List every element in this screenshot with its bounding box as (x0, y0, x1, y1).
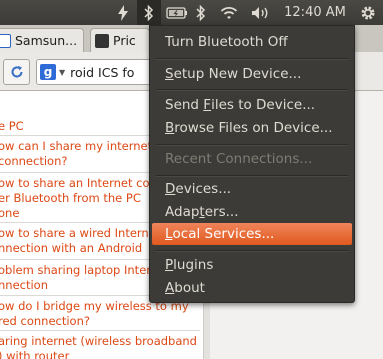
menu-item-label: iles to Device... (211, 97, 316, 113)
wifi-icon[interactable] (215, 0, 243, 25)
menu-item-mnemonic: A (165, 280, 175, 296)
gear-icon[interactable] (356, 0, 380, 25)
menu-separator (156, 58, 348, 60)
menu-item-send-files[interactable]: Send Files to Device... (150, 94, 354, 116)
menu-item-label: Recent Connections... (165, 151, 313, 167)
search-result-link-text: ) with router (0, 349, 70, 359)
menu-item-label: etup New Device... (173, 66, 302, 82)
bluetooth-menu: Turn Bluetooth Off Setup New Device... S… (149, 25, 355, 303)
menu-item-browse-files[interactable]: Browse Files on Device... (150, 117, 354, 139)
menu-item-label: rowse Files on Device... (174, 120, 333, 136)
browser-tab[interactable]: Samsun... (0, 28, 84, 52)
volume-icon[interactable] (247, 0, 275, 25)
menu-item-devices[interactable]: Devices... (150, 178, 354, 200)
divider (0, 330, 200, 331)
page-favicon-icon (95, 33, 109, 48)
menu-item-label: ers... (204, 204, 239, 220)
reload-icon (11, 66, 22, 78)
menu-item-label: evices... (175, 181, 232, 197)
browser-tab[interactable]: Pric (90, 28, 150, 52)
reload-button[interactable] (3, 59, 30, 85)
menu-item-mnemonic: D (165, 181, 176, 197)
menu-separator (156, 89, 348, 91)
menu-separator (156, 175, 348, 177)
menu-item-recent-connections: Recent Connections... (150, 148, 354, 170)
menu-item-label: lugins (173, 257, 214, 273)
menu-item-mnemonic: L (165, 226, 173, 242)
tab-label: Pric (113, 33, 136, 48)
menu-separator (156, 250, 348, 252)
menu-separator (156, 144, 348, 146)
page-favicon-icon (0, 33, 11, 48)
menu-item-local-services[interactable]: Local Services... (152, 223, 352, 245)
menu-item-plugins[interactable]: Plugins (150, 254, 354, 276)
menu-item-label-prefix: Send (165, 97, 204, 113)
search-input-value: roid ICS fo (70, 64, 135, 80)
menu-item-about[interactable]: About (150, 277, 354, 299)
menu-item-setup-new-device[interactable]: Setup New Device... (150, 63, 354, 85)
top-panel: 12:40 AM (0, 0, 383, 25)
search-result-link[interactable]: aring internet (wireless broadband) with… (0, 334, 204, 359)
clock-text: 12:40 AM (284, 5, 346, 20)
bluetooth-icon (144, 4, 154, 21)
menu-item-turn-bluetooth-off[interactable]: Turn Bluetooth Off (150, 31, 354, 53)
search-result-link-text: aring internet (wireless broadband (0, 334, 197, 348)
search-result-link[interactable]: ow do I bridge my wireless to my red conn… (0, 299, 204, 329)
clock[interactable]: 12:40 AM (280, 0, 350, 25)
menu-item-adapters[interactable]: Adap t ers... (150, 201, 354, 223)
chevron-down-icon[interactable]: ▼ (59, 68, 65, 77)
bolt-icon[interactable] (113, 0, 133, 25)
battery-icon[interactable] (165, 0, 189, 25)
bluetooth-indicator[interactable] (137, 0, 161, 25)
menu-item-label-prefix: Adap (165, 204, 200, 220)
menu-item-label: bout (174, 280, 205, 296)
menu-item-mnemonic: S (165, 66, 174, 82)
bluetooth-icon[interactable] (192, 0, 210, 25)
tab-label: Samsun... (15, 33, 78, 48)
menu-item-mnemonic: P (165, 257, 174, 273)
search-result-link-text: red connection? (0, 314, 90, 328)
menu-item-label: ocal Services... (172, 226, 275, 242)
menu-item-mnemonic: F (203, 97, 212, 113)
menu-item-mnemonic: B (165, 120, 175, 136)
google-search-icon[interactable]: g (40, 64, 56, 80)
menu-item-label: Turn Bluetooth Off (165, 34, 288, 50)
